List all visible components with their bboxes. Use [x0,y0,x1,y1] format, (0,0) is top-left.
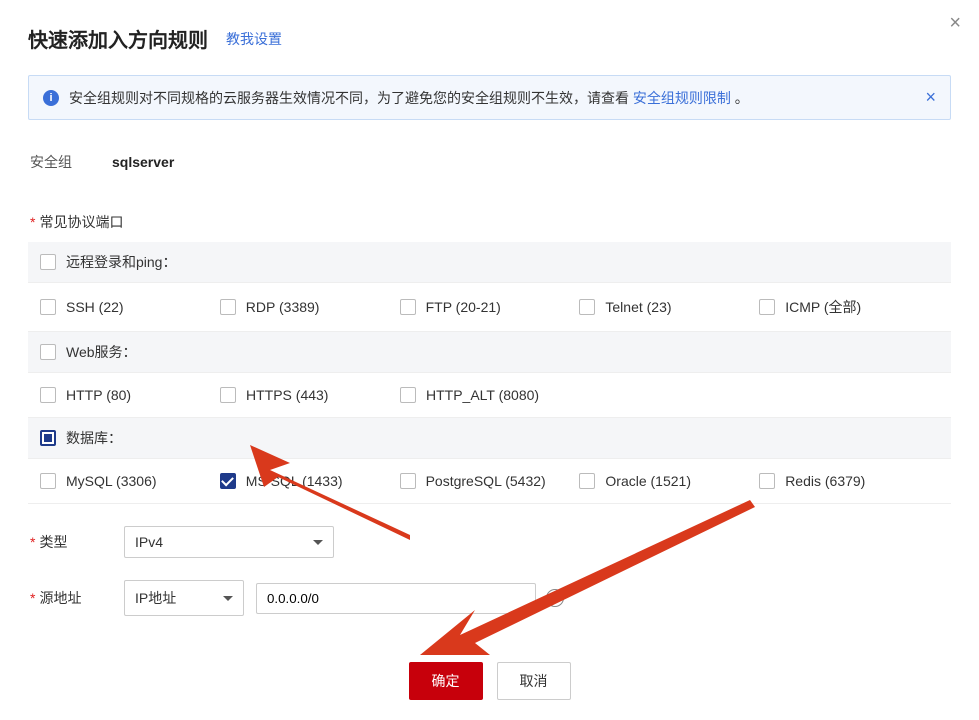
group-checkbox-remote[interactable] [40,254,56,270]
protocol-item-rdp: RDP (3389) [220,297,400,317]
alert-text: 安全组规则对不同规格的云服务器生效情况不同，为了避免您的安全组规则不生效，请查看… [69,88,915,108]
label-telnet[interactable]: Telnet (23) [605,299,671,315]
cancel-button[interactable]: 取消 [497,662,571,700]
source-type-value: IP地址 [135,588,176,608]
label-mssql[interactable]: MS SQL (1433) [246,473,343,489]
label-https[interactable]: HTTPS (443) [246,387,328,403]
protocol-item-http: HTTP (80) [40,387,220,403]
protocol-item-ssh: SSH (22) [40,297,220,317]
security-group-value: sqlserver [112,154,174,170]
source-row: 源地址 IP地址 ? [28,580,951,616]
modal-footer: 确定 取消 [28,662,951,720]
protocol-item-httpalt: HTTP_ALT (8080) [400,387,580,403]
chevron-down-icon [223,596,233,601]
type-select-value: IPv4 [135,534,163,550]
type-label: 类型 [30,532,124,552]
group-items-web: HTTP (80) HTTPS (443) HTTP_ALT (8080) [28,373,951,418]
info-alert: i 安全组规则对不同规格的云服务器生效情况不同，为了避免您的安全组规则不生效，请… [28,75,951,120]
close-icon[interactable]: × [949,12,961,35]
protocol-item-https: HTTPS (443) [220,387,400,403]
modal-header: 快速添加入方向规则 教我设置 [28,24,951,53]
security-group-label: 安全组 [30,152,72,172]
label-ftp[interactable]: FTP (20-21) [426,299,501,315]
checkbox-ssh[interactable] [40,299,56,315]
protocol-item-mssql: MS SQL (1433) [220,473,400,489]
info-icon: i [43,90,59,106]
label-icmp[interactable]: ICMP (全部) [785,297,861,317]
protocol-item-ftp: FTP (20-21) [400,297,580,317]
type-row: 类型 IPv4 [28,526,951,558]
help-icon[interactable]: ? [546,589,564,607]
group-items-remote: SSH (22) RDP (3389) FTP (20-21) Telnet (… [28,283,951,332]
modal-title: 快速添加入方向规则 [28,24,208,53]
label-mysql[interactable]: MySQL (3306) [66,473,157,489]
alert-text-pre: 安全组规则对不同规格的云服务器生效情况不同，为了避免您的安全组规则不生效，请查看 [69,90,633,106]
checkbox-redis[interactable] [759,473,775,489]
chevron-down-icon [313,540,323,545]
alert-text-post: 。 [731,90,749,106]
label-ssh[interactable]: SSH (22) [66,299,124,315]
group-title-web: Web服务： [66,342,137,362]
source-type-select[interactable]: IP地址 [124,580,244,616]
checkbox-http[interactable] [40,387,56,403]
checkbox-https[interactable] [220,387,236,403]
label-postgres[interactable]: PostgreSQL (5432) [426,473,546,489]
security-group-row: 安全组 sqlserver [28,152,951,172]
protocol-item-postgres: PostgreSQL (5432) [400,473,580,489]
group-header-remote: 远程登录和ping： [28,242,951,283]
label-rdp[interactable]: RDP (3389) [246,299,320,315]
checkbox-postgres[interactable] [400,473,416,489]
modal-add-inbound-rule: × 快速添加入方向规则 教我设置 i 安全组规则对不同规格的云服务器生效情况不同… [0,0,979,720]
alert-close-icon[interactable]: × [925,87,936,108]
checkbox-rdp[interactable] [220,299,236,315]
label-oracle[interactable]: Oracle (1521) [605,473,691,489]
group-title-db: 数据库： [66,428,122,448]
checkbox-oracle[interactable] [579,473,595,489]
type-select[interactable]: IPv4 [124,526,334,558]
group-checkbox-db[interactable] [40,430,56,446]
protocol-groups: 远程登录和ping： SSH (22) RDP (3389) FTP (20-2… [28,242,951,504]
checkbox-mssql[interactable] [220,473,236,489]
alert-link[interactable]: 安全组规则限制 [633,90,731,106]
protocol-item-icmp: ICMP (全部) [759,297,939,317]
checkbox-mysql[interactable] [40,473,56,489]
checkbox-icmp[interactable] [759,299,775,315]
help-link[interactable]: 教我设置 [226,29,282,49]
group-header-db: 数据库： [28,418,951,459]
checkbox-ftp[interactable] [400,299,416,315]
label-httpalt[interactable]: HTTP_ALT (8080) [426,387,539,403]
label-redis[interactable]: Redis (6379) [785,473,865,489]
protocol-item-redis: Redis (6379) [759,473,939,489]
checkbox-telnet[interactable] [579,299,595,315]
protocol-item-mysql: MySQL (3306) [40,473,220,489]
group-title-remote: 远程登录和ping： [66,252,176,272]
protocol-item-oracle: Oracle (1521) [579,473,759,489]
group-header-web: Web服务： [28,332,951,373]
group-checkbox-web[interactable] [40,344,56,360]
protocol-item-telnet: Telnet (23) [579,297,759,317]
source-address-input[interactable] [256,583,536,614]
checkbox-httpalt[interactable] [400,387,416,403]
ok-button[interactable]: 确定 [409,662,483,700]
label-http[interactable]: HTTP (80) [66,387,131,403]
source-label: 源地址 [30,588,124,608]
protocol-section-label: 常见协议端口 [28,212,951,232]
group-items-db: MySQL (3306) MS SQL (1433) PostgreSQL (5… [28,459,951,504]
